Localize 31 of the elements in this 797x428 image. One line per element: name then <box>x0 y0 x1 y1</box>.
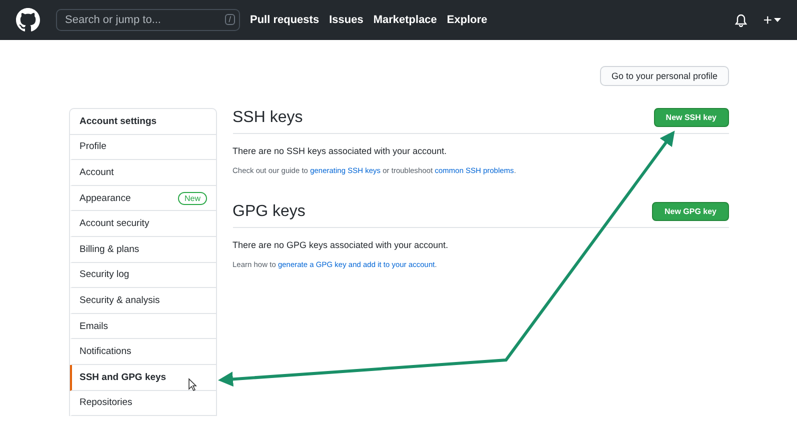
nav-link[interactable]: Issues <box>329 14 364 26</box>
section-title: GPG keys <box>232 202 306 220</box>
sidebar-item-label: SSH and GPG keys <box>80 372 166 383</box>
bell-icon[interactable] <box>735 14 748 26</box>
nav-link[interactable]: Marketplace <box>373 14 437 26</box>
sidebar-item-label: Profile <box>80 141 106 152</box>
new-menu-button[interactable]: + <box>763 12 781 28</box>
sidebar-item[interactable]: Repositories <box>70 390 216 416</box>
new-badge: New <box>178 192 206 205</box>
sidebar-item-label: Emails <box>80 320 108 332</box>
sidebar-item-label: Appearance <box>80 192 131 204</box>
profile-button[interactable]: Go to your personal profile <box>600 66 728 86</box>
empty-message: There are no GPG keys associated with your account. <box>232 240 450 250</box>
shortcut-key: / <box>224 14 235 25</box>
sidebar-item-label: Security & analysis <box>80 294 160 306</box>
section-title: SSH keys <box>232 108 303 126</box>
mouse-pointer-icon <box>188 378 197 392</box>
caret-icon <box>774 18 781 22</box>
sidebar-item-label: Notifications <box>80 346 132 358</box>
empty-message: There are no SSH keys associated with your account. <box>232 146 448 156</box>
sidebar-item[interactable]: SSH and GPG keys <box>70 364 216 391</box>
sidebar-item-label: Repositories <box>80 397 132 408</box>
nav-link[interactable]: Explore <box>446 14 488 26</box>
logo-icon[interactable] <box>16 8 40 32</box>
sidebar-item-label: Security log <box>80 269 130 280</box>
sidebar-item[interactable]: Security log <box>70 262 216 288</box>
sidebar-item[interactable]: Profile <box>70 134 216 160</box>
sidebar-item-label: Billing & plans <box>80 244 140 255</box>
sidebar-item-label: Account <box>80 166 114 178</box>
sidebar-item-label: Account security <box>80 218 150 230</box>
nav-link[interactable]: Pull requests <box>250 14 320 26</box>
